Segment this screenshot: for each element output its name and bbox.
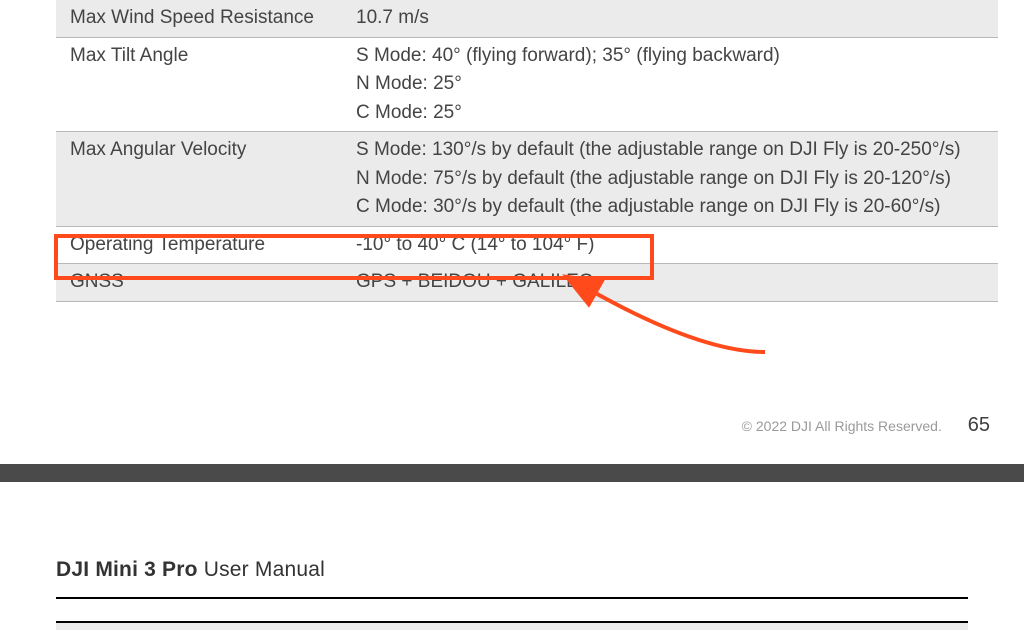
spec-label: Operating Temperature — [56, 226, 342, 264]
manual-title-product: DJI Mini 3 Pro — [56, 558, 198, 581]
spec-value: GPS + BEIDOU + GALILEO — [342, 264, 998, 302]
table-row: Max Wind Speed Resistance 10.7 m/s — [56, 0, 998, 37]
spec-value: 10.7 m/s — [342, 0, 998, 37]
table-row: Operating Temperature -10° to 40° C (14°… — [56, 226, 998, 264]
manual-title-suffix: User Manual — [198, 558, 325, 581]
spec-label: Max Wind Speed Resistance — [56, 0, 342, 37]
specs-table-2: Hovering Accuracy Range Vertical: Vision… — [56, 621, 968, 630]
copyright-text: © 2022 DJI All Rights Reserved. — [742, 418, 942, 434]
spec-label: Hovering Accuracy Range — [56, 622, 332, 630]
spec-label: GNSS — [56, 264, 342, 302]
spec-value: S Mode: 40° (flying forward); 35° (flyin… — [342, 37, 998, 132]
page-number: 65 — [968, 414, 990, 436]
table-row: Max Tilt Angle S Mode: 40° (flying forwa… — [56, 37, 998, 132]
table-row: Hovering Accuracy Range Vertical: Vision… — [56, 622, 968, 630]
page-divider — [0, 464, 1024, 482]
page-1: Max Wind Speed Resistance 10.7 m/s Max T… — [0, 0, 1024, 462]
spec-label: Max Angular Velocity — [56, 132, 342, 227]
specs-table-wrap: Max Wind Speed Resistance 10.7 m/s Max T… — [0, 0, 1024, 302]
manual-title: DJI Mini 3 Pro User Manual — [56, 554, 968, 600]
page-2: DJI Mini 3 Pro User Manual Hovering Accu… — [0, 482, 1024, 630]
spec-value: Vertical: Vision Positioning: ±0.1 m GNS… — [332, 622, 968, 630]
table-row: GNSS GPS + BEIDOU + GALILEO — [56, 264, 998, 302]
spec-label: Max Tilt Angle — [56, 37, 342, 132]
table-row: Max Angular Velocity S Mode: 130°/s by d… — [56, 132, 998, 227]
page-footer: © 2022 DJI All Rights Reserved. 65 — [0, 302, 1024, 462]
specs-table: Max Wind Speed Resistance 10.7 m/s Max T… — [56, 0, 998, 302]
spec-value: S Mode: 130°/s by default (the adjustabl… — [342, 132, 998, 227]
spec-value: -10° to 40° C (14° to 104° F) — [342, 226, 998, 264]
